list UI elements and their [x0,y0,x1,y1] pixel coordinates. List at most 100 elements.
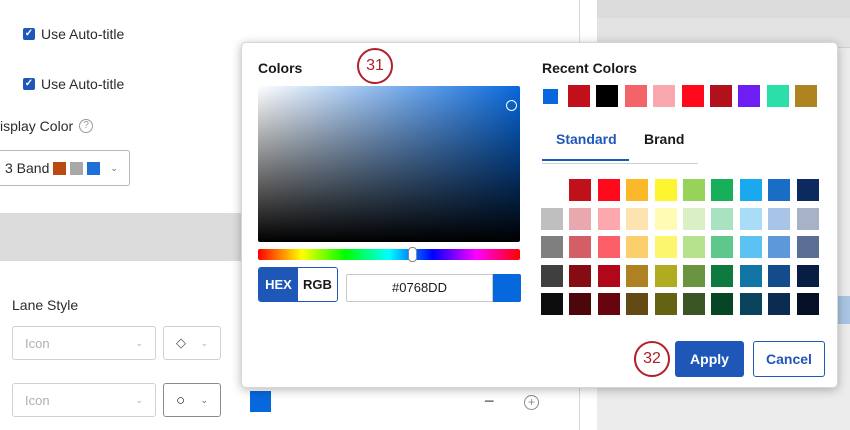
standard-color-swatch[interactable] [682,264,705,287]
band-swatch [53,161,67,175]
recent-color-swatch[interactable] [596,85,619,107]
help-icon[interactable]: ? [79,119,94,133]
standard-color-swatch[interactable] [597,293,620,316]
standard-color-swatch[interactable] [626,207,649,230]
hex-input[interactable]: #0768DD [346,274,493,302]
standard-color-swatch[interactable] [597,179,620,201]
standard-color-swatch[interactable] [654,179,677,201]
standard-color-swatch[interactable] [768,293,791,316]
standard-color-swatch[interactable] [682,207,705,230]
checkbox-checked-icon[interactable]: ✓ [23,28,35,40]
standard-color-swatch[interactable] [711,293,734,316]
colors-title: Colors [258,60,303,76]
step-callout-31: 31 [357,48,393,84]
lane-color-swatch[interactable] [250,391,271,412]
icon-select-value: Icon [25,335,50,351]
standard-color-swatch[interactable] [541,179,563,201]
recent-color-swatch[interactable] [543,89,558,104]
standard-color-swatch[interactable] [739,207,762,230]
tab-brand[interactable]: Brand [644,131,684,159]
checkbox-checked-icon[interactable]: ✓ [23,78,35,90]
recent-color-swatch[interactable] [795,85,818,107]
standard-color-swatch[interactable] [569,179,592,201]
standard-color-swatch[interactable] [541,236,563,259]
chevron-down-icon: ⌄ [135,394,143,405]
recent-color-swatch[interactable] [624,85,647,107]
standard-color-swatch[interactable] [626,293,649,316]
recent-color-swatch[interactable] [653,85,676,107]
standard-color-swatch[interactable] [796,207,819,230]
band-swatch [70,161,84,175]
standard-color-swatch[interactable] [768,207,791,230]
recent-colors-title: Recent Colors [542,60,637,76]
plus-circle-icon[interactable]: + [524,395,539,410]
standard-color-swatch[interactable] [711,207,734,230]
recent-color-swatch[interactable] [568,85,590,107]
standard-color-swatch[interactable] [541,293,563,316]
standard-color-swatch[interactable] [569,264,592,287]
color-picker-popup: Colors 31 HEX RGB #0768DD Recent Colors … [241,42,838,388]
shape-select[interactable]: ○ ⌄ [163,383,221,417]
standard-color-swatch[interactable] [654,207,677,230]
standard-color-swatch[interactable] [739,264,762,287]
auto-title-label: Use Auto-title [41,26,125,42]
color-mode-toggle[interactable]: HEX RGB [258,267,338,302]
standard-color-swatch[interactable] [739,293,762,316]
color-band-select[interactable]: 3 Band ⌄ [0,150,130,186]
recent-color-swatch[interactable] [681,85,704,107]
standard-color-swatch[interactable] [796,264,819,287]
chevron-down-icon: ⌄ [110,162,118,173]
standard-color-swatch[interactable] [654,264,677,287]
apply-button[interactable]: Apply [675,341,744,377]
hue-slider-thumb[interactable] [408,247,417,262]
standard-color-swatch[interactable] [711,179,734,201]
band-select-label: 3 Band [5,160,50,176]
cancel-button[interactable]: Cancel [753,341,825,377]
standard-color-swatch[interactable] [569,207,592,230]
standard-color-swatch[interactable] [768,264,791,287]
standard-color-swatch[interactable] [597,207,620,230]
hue-slider[interactable] [258,249,520,260]
standard-color-swatch[interactable] [711,236,734,259]
recent-color-swatch[interactable] [709,85,732,107]
standard-color-swatch[interactable] [626,236,649,259]
standard-color-swatch[interactable] [682,293,705,316]
display-color-row: isplay Color ? [0,118,94,134]
chevron-down-icon: ⌄ [135,337,143,348]
tab-standard[interactable]: Standard [542,131,629,161]
hex-mode-button[interactable]: HEX [259,268,298,301]
standard-color-swatch[interactable] [654,293,677,316]
saturation-picker[interactable] [258,86,520,242]
standard-color-swatch[interactable] [739,236,762,259]
recent-color-swatch[interactable] [766,85,789,107]
icon-select[interactable]: Icon ⌄ [12,326,156,360]
saturation-cursor[interactable] [506,100,517,111]
standard-color-swatch[interactable] [626,179,649,201]
auto-title-option-1[interactable]: ✓ Use Auto-title [23,26,124,42]
standard-color-swatch[interactable] [569,236,592,259]
standard-color-swatch[interactable] [796,179,819,201]
standard-color-swatch[interactable] [626,264,649,287]
recent-color-swatch[interactable] [738,85,761,107]
standard-color-swatch[interactable] [796,293,819,316]
icon-select[interactable]: Icon ⌄ [12,383,156,417]
auto-title-option-2[interactable]: ✓ Use Auto-title [23,76,124,92]
diamond-icon: ◇ [176,335,186,350]
standard-color-swatch[interactable] [597,236,620,259]
standard-color-swatch[interactable] [569,293,592,316]
standard-color-swatch[interactable] [768,179,791,201]
standard-color-swatch[interactable] [541,264,563,287]
standard-color-swatch[interactable] [711,264,734,287]
auto-title-label: Use Auto-title [41,76,125,92]
standard-color-swatch[interactable] [682,179,705,201]
shape-select[interactable]: ◇ ⌄ [163,326,221,360]
standard-color-swatch[interactable] [541,207,563,230]
standard-color-swatch[interactable] [796,236,819,259]
standard-color-swatch[interactable] [768,236,791,259]
standard-color-swatch[interactable] [739,179,762,201]
standard-color-swatch[interactable] [597,264,620,287]
standard-color-swatch[interactable] [682,236,705,259]
minus-icon[interactable]: − [484,391,495,412]
rgb-mode-button[interactable]: RGB [298,268,337,301]
standard-color-swatch[interactable] [654,236,677,259]
